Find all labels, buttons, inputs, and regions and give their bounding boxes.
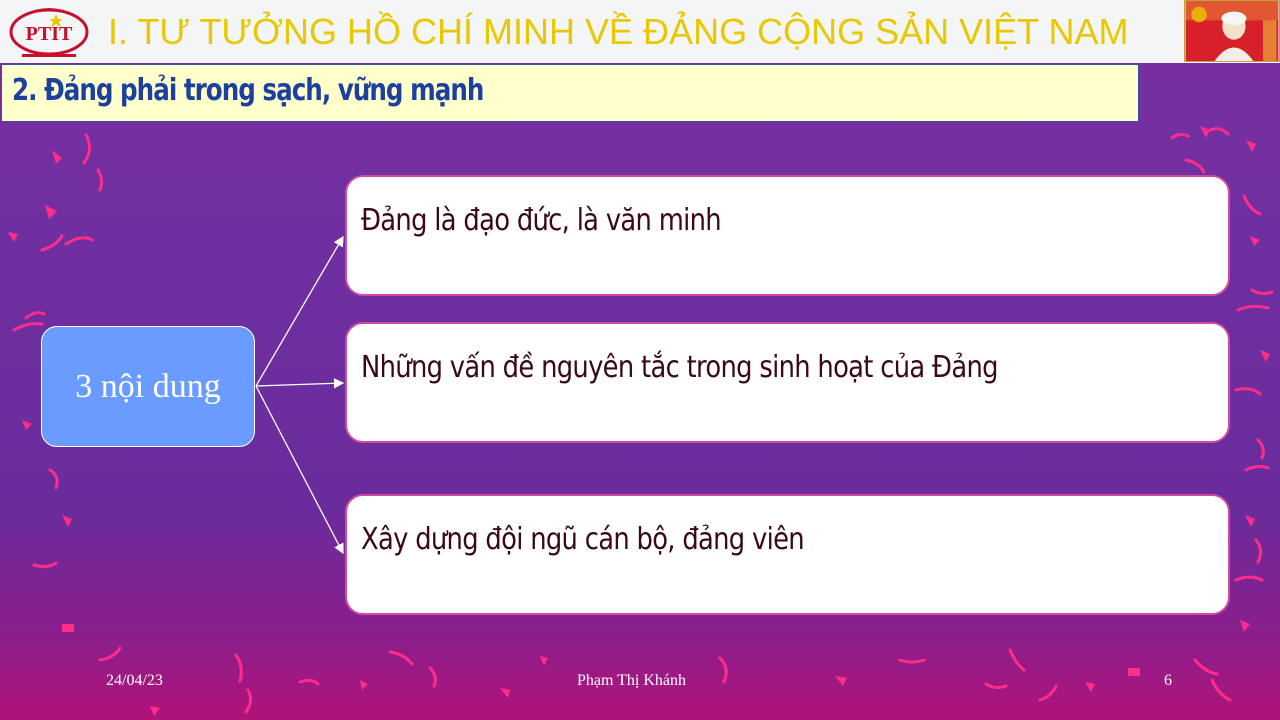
branch-node-1: Đảng là đạo đức, là văn minh (345, 175, 1230, 296)
footer-page-number: 6 (1164, 672, 1172, 689)
footer-author: Phạm Thị Khánh (577, 672, 687, 689)
footer-date: 24/04/23 (106, 672, 163, 689)
branch-node-3: Xây dựng đội ngũ cán bộ, đảng viên (345, 494, 1230, 615)
root-node: 3 nội dung (41, 326, 255, 447)
root-node-label: 3 nội dung (75, 367, 221, 405)
branch-node-2: Những vấn đề nguyên tắc trong sinh hoạt … (345, 322, 1230, 443)
branch-node-label: Đảng là đạo đức, là văn minh (361, 203, 722, 238)
branch-node-label: Những vấn đề nguyên tắc trong sinh hoạt … (361, 350, 999, 385)
branch-node-label: Xây dựng đội ngũ cán bộ, đảng viên (361, 522, 805, 557)
